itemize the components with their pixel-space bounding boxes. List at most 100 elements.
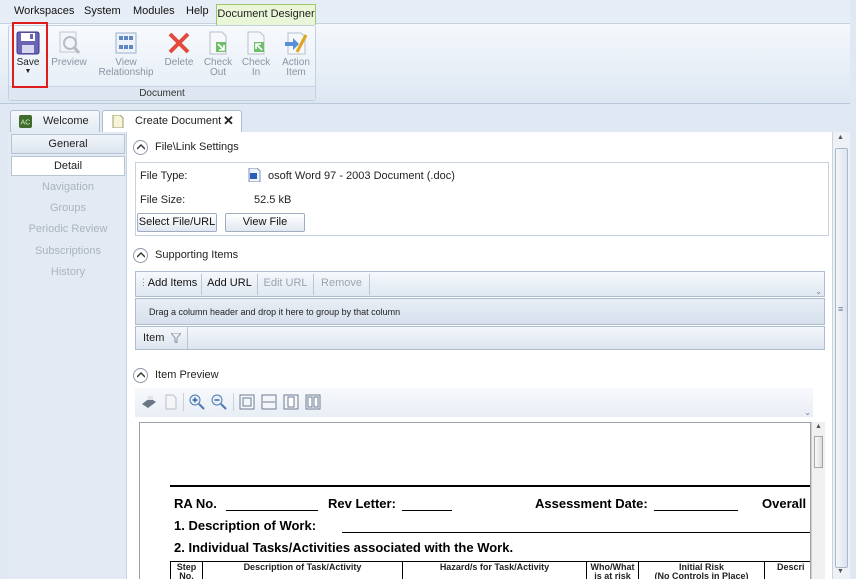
file-settings-header: File\Link Settings — [133, 140, 433, 158]
doc-col-description: Description of Task/Activity — [203, 562, 403, 579]
doc-blank-line — [402, 510, 452, 511]
doc-ra-no: RA No. — [174, 496, 217, 511]
document-rule — [170, 485, 810, 487]
edit-url-button[interactable]: Edit URL — [258, 274, 314, 295]
select-file-url-button[interactable]: Select File/URL — [137, 213, 217, 232]
file-settings-collapse-button[interactable] — [133, 140, 148, 155]
add-url-button[interactable]: Add URL — [202, 274, 258, 295]
doc-col-descr: Descri — [777, 562, 805, 572]
nav-general[interactable]: General — [11, 134, 125, 154]
left-navigation: General Detail Navigation Groups Periodi… — [8, 132, 126, 579]
add-items-button[interactable]: Add Items — [144, 274, 202, 295]
menu-document-designer[interactable]: Document Designer — [216, 4, 316, 25]
save-dropdown-arrow-icon[interactable]: ▼ — [13, 68, 43, 76]
check-in-button[interactable]: Check In — [239, 28, 273, 84]
outer-scroll-up-icon[interactable]: ▲ — [837, 134, 844, 141]
close-icon[interactable]: ✕ — [223, 113, 234, 129]
check-out-button[interactable]: Check Out — [201, 28, 235, 84]
page-icon[interactable] — [163, 394, 179, 410]
doc-col-who-line2: is at risk — [594, 571, 631, 579]
save-label: Save — [16, 57, 40, 68]
doc-task-table: Step No. Description of Task/Activity Haz… — [170, 561, 810, 579]
chevron-up-icon — [137, 372, 145, 378]
preview-label: Preview — [51, 57, 87, 68]
scroll-up-arrow-icon[interactable]: ▲ — [815, 423, 822, 430]
fit-page-icon[interactable] — [239, 394, 255, 410]
doc-col-hazard: Hazard/s for Task/Activity — [403, 562, 587, 579]
tab-create-document[interactable]: Create Document ✕ — [102, 110, 242, 133]
doc-overall: Overall — [762, 496, 807, 511]
file-type-label: File Type: — [140, 170, 188, 182]
zoom-in-icon[interactable] — [189, 394, 205, 410]
fit-width-icon[interactable] — [261, 394, 277, 410]
ribbon-group-document: Save ▼ Preview View Relationship Delete … — [8, 25, 316, 101]
remove-button[interactable]: Remove — [314, 274, 370, 295]
document-tab-icon — [112, 115, 124, 128]
menu-bar: Workspaces System Modules Help Document … — [0, 0, 856, 25]
delete-button[interactable]: Delete — [161, 28, 197, 84]
column-item-label: Item — [143, 332, 165, 344]
tab-welcome[interactable]: AC Welcome — [10, 110, 100, 132]
welcome-tab-icon: AC — [19, 115, 32, 128]
save-button[interactable]: Save ▼ — [13, 28, 43, 84]
doc-blank-line — [654, 510, 738, 511]
supporting-items-header: Supporting Items — [133, 248, 433, 266]
doc-col-risk-line2: (No Controls in Place) — [654, 571, 749, 579]
preview-toolbar-overflow-icon[interactable]: ⌄ — [804, 408, 811, 417]
action-label-2: Item — [286, 67, 306, 78]
delete-x-icon — [168, 32, 190, 54]
menu-help[interactable]: Help — [186, 5, 209, 17]
file-settings-panel: File Type: osoft Word 97 - 2003 Document… — [135, 162, 829, 236]
group-by-panel[interactable]: Drag a column header and drop it here to… — [135, 298, 825, 325]
menu-workspaces[interactable]: Workspaces — [14, 5, 74, 17]
check-out-icon — [209, 31, 227, 55]
document-preview: RA No. Rev Letter: Assessment Date: Over… — [139, 422, 811, 579]
check-out-label-2: Out — [209, 67, 227, 78]
toolbar-overflow-icon[interactable]: ⌄ — [815, 287, 822, 296]
nav-navigation[interactable]: Navigation — [11, 178, 125, 198]
toolbar-separator — [183, 393, 184, 411]
main-content: File\Link Settings File Type: osoft Word… — [126, 132, 832, 579]
menu-system[interactable]: System — [84, 5, 121, 17]
nav-groups[interactable]: Groups — [11, 199, 125, 219]
preview-icon — [59, 31, 81, 54]
svg-text:AC: AC — [21, 120, 31, 127]
nav-periodic-review[interactable]: Periodic Review — [11, 220, 125, 240]
window-edge — [850, 0, 856, 579]
relationship-icon — [115, 32, 137, 54]
preview-button[interactable]: Preview — [49, 28, 89, 84]
doc-rev-letter: Rev Letter: — [328, 496, 396, 511]
outer-scroll-thumb[interactable]: ≡ — [835, 148, 848, 568]
outer-scroll-down-icon[interactable]: ▼ — [837, 568, 844, 575]
nav-history[interactable]: History — [11, 263, 125, 283]
delete-label: Delete — [164, 57, 194, 68]
relationship-label: Relationship — [98, 67, 154, 78]
zoom-out-icon[interactable] — [211, 394, 227, 410]
single-page-icon[interactable] — [283, 394, 299, 410]
view-relationship-button[interactable]: View Relationship — [95, 28, 157, 84]
outer-scrollbar[interactable]: ▲ ≡ ▼ — [832, 132, 850, 579]
print-icon[interactable] — [141, 394, 157, 410]
view-file-button[interactable]: View File — [225, 213, 305, 232]
menu-modules[interactable]: Modules — [133, 5, 175, 17]
two-pages-icon[interactable] — [305, 394, 321, 410]
doc-assessment-date: Assessment Date: — [535, 496, 648, 511]
supporting-items-toolbar: ⋮ Add Items Add URL Edit URL Remove ⌄ — [135, 271, 825, 297]
tab-welcome-label: Welcome — [43, 115, 89, 127]
nav-detail[interactable]: Detail — [11, 156, 125, 176]
document-scroll-thumb[interactable] — [814, 436, 823, 468]
column-header-item[interactable]: Item — [136, 327, 188, 349]
document-scrollbar[interactable]: ▲ — [811, 422, 825, 579]
file-type-value: osoft Word 97 - 2003 Document (.doc) — [268, 170, 455, 182]
ribbon-group-label: Document — [9, 86, 315, 100]
filter-icon[interactable] — [171, 333, 181, 343]
supporting-items-collapse-button[interactable] — [133, 248, 148, 263]
doc-blank-line — [226, 510, 318, 511]
item-preview-title: Item Preview — [155, 369, 219, 381]
nav-subscriptions[interactable]: Subscriptions — [11, 242, 125, 262]
action-item-button[interactable]: Action Item — [277, 28, 315, 84]
supporting-items-title: Supporting Items — [155, 249, 239, 261]
scroll-grip-icon: ≡ — [838, 304, 844, 314]
item-preview-collapse-button[interactable] — [133, 368, 148, 383]
tab-create-document-label: Create Document — [135, 115, 222, 127]
